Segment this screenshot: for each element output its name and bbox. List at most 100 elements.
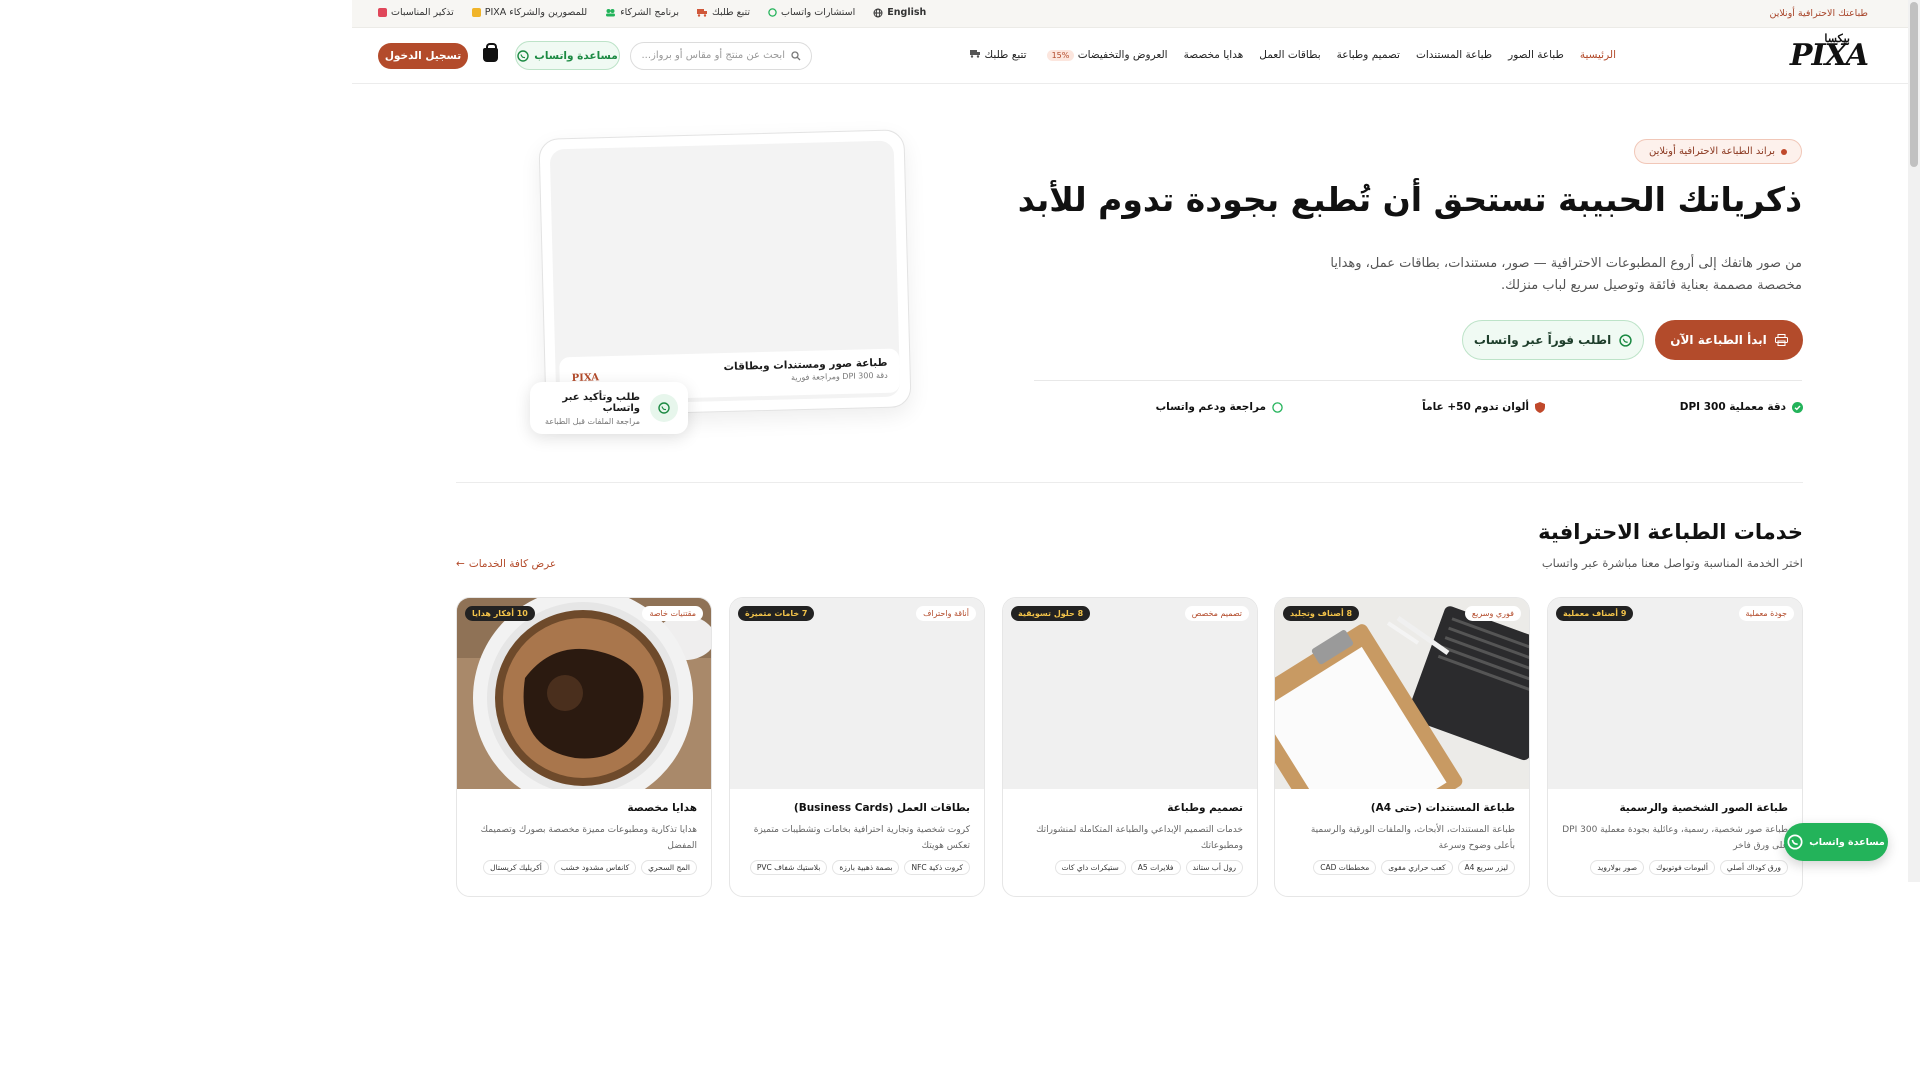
service-tag: رول أب ستاند: [1185, 860, 1243, 875]
logo-arabic: بيكسا: [1824, 32, 1851, 45]
service-tag: فلايرات A5: [1130, 860, 1181, 875]
whatsapp-icon: [1619, 333, 1632, 347]
service-card-gifts[interactable]: مقتنيات خاصة 10 أفكار هدايا هدايا مخصصة …: [456, 597, 712, 897]
camera-icon: [471, 8, 481, 17]
service-tag: كعب حراري مقوى: [1381, 860, 1453, 875]
truck-icon: [970, 50, 981, 58]
nav-design-print[interactable]: تصميم وطباعة: [1337, 49, 1400, 61]
nav-custom-gifts[interactable]: هدايا مخصصة: [1184, 49, 1244, 61]
whatsapp-floating-card: طلب وتأكيد عبر واتساب مراجعة الملفات قبل…: [530, 382, 688, 434]
service-title: بطاقات العمل (Business Cards): [793, 802, 970, 814]
search-placeholder: ابحث عن منتج أو مقاس أو برواز...: [641, 50, 786, 61]
service-tags: ليزر سريع A4 كعب حراري مقوى مخططات CAD: [1313, 860, 1515, 875]
users-icon: [606, 9, 616, 17]
shield-icon: [1535, 401, 1545, 413]
whatsapp-icon: [768, 8, 777, 17]
documents-photo: [1275, 598, 1529, 861]
whatsapp-icon: [1787, 834, 1803, 850]
feature-dpi: دقة معملية 300 DPI: [1680, 401, 1803, 413]
service-title: طباعة الصور الشخصية والرسمية: [1619, 802, 1788, 814]
float-title: طلب وتأكيد عبر واتساب: [562, 392, 640, 414]
nav-track-order[interactable]: تتبع طلبك: [970, 49, 1027, 61]
nav-business-cards[interactable]: بطاقات العمل: [1259, 49, 1320, 61]
arrow-left-icon: ←: [456, 558, 465, 570]
feature-colors: ألوان تدوم 50+ عاماً: [1422, 401, 1545, 413]
service-tag: بلاستيك شفاف PVC: [749, 860, 828, 875]
top-strip: طباعتك الاحترافية أونلاين English استشار…: [352, 0, 1908, 28]
service-label-pill: فوري وسريع: [1464, 606, 1521, 621]
service-tag: المج السحري: [641, 860, 697, 875]
hero-divider: [1034, 380, 1802, 381]
whatsapp-help-button[interactable]: مساعدة واتساب: [515, 41, 620, 70]
whatsapp-help-label: مساعدة واتساب: [534, 49, 618, 62]
badge-dot: [1781, 148, 1787, 155]
page-scrollbar[interactable]: [1908, 0, 1920, 882]
order-whatsapp-button[interactable]: اطلب فوراً عبر واتساب: [1462, 320, 1644, 360]
service-image-placeholder: [730, 598, 984, 789]
feature-label: دقة معملية 300 DPI: [1679, 401, 1786, 413]
top-link-label: PIXA للمصورين والشركاء: [484, 7, 588, 18]
login-button[interactable]: تسجيل الدخول: [378, 43, 468, 69]
top-link-label: تتبع طلبك: [712, 7, 751, 18]
check-circle-icon: [1792, 401, 1803, 413]
service-card-design[interactable]: تصميم مخصص 8 حلول تسويقية تصميم وطباعة خ…: [1002, 597, 1258, 897]
service-description: خدمات التصميم الإبداعي والطباعة المتكامل…: [1036, 825, 1243, 851]
language-label: English: [887, 7, 927, 18]
service-count-pill: 8 حلول تسويقية: [1011, 606, 1091, 621]
hero-title: ذكرياتك الحبيبة تستحق أن تُطبع بجودة تدو…: [1017, 180, 1802, 219]
start-printing-label: ابدأ الطباعة الآن: [1670, 333, 1767, 347]
service-tag: ستيكرات داي كات: [1054, 860, 1126, 875]
scrollbar-thumb[interactable]: [1910, 2, 1918, 167]
top-link-whatsapp-consult[interactable]: استشارات واتساب: [768, 7, 855, 18]
hero-subtitle: من صور هاتفك إلى أروع المطبوعات الاحتراف…: [1330, 256, 1802, 293]
service-description: كروت شخصية وتجارية احترافية بخامات وتشطي…: [753, 825, 970, 851]
view-all-label: عرض كافة الخدمات: [468, 558, 557, 570]
top-link-reminders[interactable]: تذكير المناسبات: [378, 7, 454, 18]
services-subtitle: اختر الخدمة المناسبة وتواصل معنا مباشرة …: [1541, 556, 1803, 570]
top-link-track-order[interactable]: تتبع طلبك: [697, 7, 750, 18]
language-switch[interactable]: English: [873, 7, 926, 18]
service-tags: ورق كوداك أصلي ألبومات فوتوبوك صور بولار…: [1590, 860, 1788, 875]
cart-icon[interactable]: [483, 43, 498, 62]
service-card-photos[interactable]: جودة معملية 9 أصناف معملية طباعة الصور ا…: [1547, 597, 1803, 897]
service-count-pill: 10 أفكار هدايا: [465, 606, 535, 621]
nav-offers-label: العروض والتخفيضات: [1077, 49, 1168, 61]
service-image-placeholder: [1003, 598, 1257, 789]
service-tags: المج السحري كانفاس مشدود خشب أكريليك كري…: [483, 860, 697, 875]
whatsapp-icon: [650, 394, 678, 422]
start-printing-button[interactable]: ابدأ الطباعة الآن: [1655, 320, 1803, 360]
service-title: هدايا مخصصة: [627, 802, 697, 814]
nav-home[interactable]: الرئيسية: [1580, 49, 1616, 61]
tagline: طباعتك الاحترافية أونلاين: [1769, 8, 1869, 19]
truck-icon: [697, 9, 707, 17]
service-label-pill: تصميم مخصص: [1184, 606, 1249, 621]
main-nav: الرئيسية طباعة الصور طباعة المستندات تصم…: [970, 49, 1616, 61]
service-description: طباعة المستندات، الأبحاث، والملفات الورق…: [1310, 825, 1515, 851]
whatsapp-floating-button[interactable]: مساعدة واتساب: [1784, 823, 1888, 861]
globe-icon: [873, 8, 883, 17]
top-link-photographers[interactable]: PIXA للمصورين والشركاء: [471, 7, 588, 18]
service-tag: أكريليك كريستال: [483, 860, 549, 875]
hero-badge: براند الطباعة الاحترافية أونلاين: [1634, 139, 1802, 164]
service-tag: ليزر سريع A4: [1457, 860, 1515, 875]
service-tag: مخططات CAD: [1313, 860, 1377, 875]
view-all-services-link[interactable]: عرض كافة الخدمات ←: [456, 558, 556, 570]
service-title: تصميم وطباعة: [1167, 802, 1243, 814]
nav-photo-printing[interactable]: طباعة الصور: [1508, 49, 1564, 61]
search-icon: [791, 51, 801, 61]
site-logo[interactable]: بيكسا PIXA: [1790, 32, 1869, 73]
nav-document-printing[interactable]: طباعة المستندات: [1416, 49, 1492, 61]
service-card-documents[interactable]: فوري وسريع 8 أصناف وتجليد طباعة المستندا…: [1274, 597, 1530, 897]
feature-label: ألوان تدوم 50+ عاماً: [1422, 401, 1529, 413]
coffee-photo: [457, 598, 711, 808]
nav-offers[interactable]: العروض والتخفيضات 15%: [1043, 49, 1168, 61]
search-input[interactable]: ابحث عن منتج أو مقاس أو برواز...: [630, 42, 812, 70]
service-tag: كانفاس مشدود خشب: [553, 860, 637, 875]
service-card-business-cards[interactable]: أناقة واحتراف 7 خامات متميزة بطاقات العم…: [729, 597, 985, 897]
service-title: طباعة المستندات (حتى A4): [1370, 802, 1515, 814]
offers-badge: 15%: [1046, 50, 1075, 61]
top-link-label: استشارات واتساب: [781, 7, 856, 18]
top-link-partners[interactable]: برنامج الشركاء: [605, 7, 679, 18]
top-link-label: تذكير المناسبات: [391, 7, 454, 18]
float-sub: مراجعة الملفات قبل الطباعة: [544, 417, 640, 426]
